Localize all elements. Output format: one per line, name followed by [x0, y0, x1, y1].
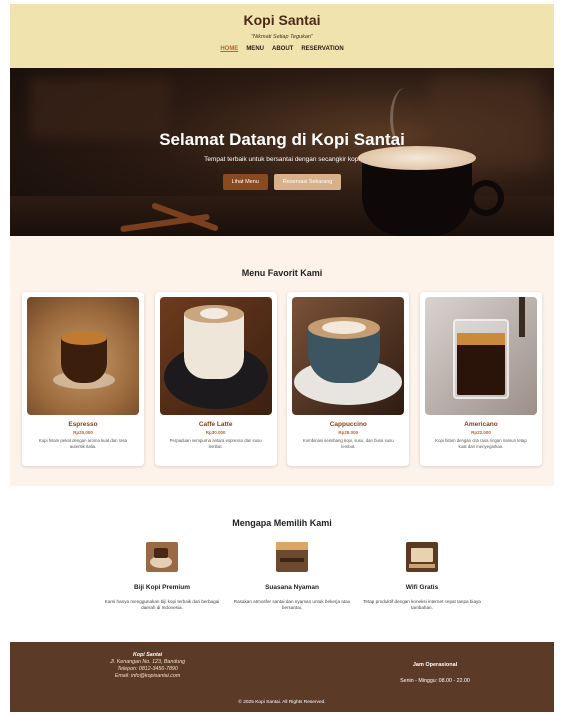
menu-item-description: Perpaduan sempurna antara espresso dan s…: [169, 438, 262, 449]
coffee-beans-icon: [146, 542, 178, 572]
feature-list: Biji Kopi Premium Kami hanya menggunakan…: [102, 542, 482, 611]
menu-item-name: Cappuccino: [329, 421, 367, 428]
cafe-interior-icon: [276, 542, 308, 572]
menu-section-title: Menu Favorit Kami: [241, 268, 323, 278]
hero-banner: Selamat Datang di Kopi Santai Tempat ter…: [10, 68, 554, 236]
menu-card-americano[interactable]: Americano Rp22.000 Kopi hitam dengan cit…: [419, 292, 542, 466]
espresso-photo: [27, 297, 139, 415]
menu-item-name: Espresso: [68, 421, 98, 428]
feature-title: Suasana Nyaman: [265, 584, 319, 591]
nav-home[interactable]: HOME: [220, 46, 238, 52]
hours-title: Jam Operasional: [412, 662, 458, 668]
site-header: Kopi Santai "Nikmati Setiap Tegukan" HOM…: [10, 4, 554, 68]
menu-item-description: Kopi hitam dengan cita rasa ringan namun…: [435, 438, 527, 449]
menu-item-description: Kopi hitam pekat dengan aroma kuat dan r…: [38, 438, 128, 449]
feature-premium-beans: Biji Kopi Premium Kami hanya menggunakan…: [102, 542, 222, 611]
feature-title: Biji Kopi Premium: [134, 584, 190, 591]
feature-description: Kami hanya menggunakan biji kopi terbaik…: [104, 599, 220, 611]
menu-cards: Espresso Rp25.000 Kopi hitam pekat denga…: [22, 292, 542, 466]
footer-phone: Telepon: 0812-3456-7890: [117, 665, 178, 672]
hero-background-blur: [30, 78, 170, 138]
menu-item-price: Rp30.000: [205, 430, 226, 435]
feature-title: Wifi Gratis: [405, 584, 439, 591]
page-frame: Kopi Santai "Nikmati Setiap Tegukan" HOM…: [10, 4, 554, 712]
menu-card-cappuccino[interactable]: Cappuccino Rp28.000 Kombinasi seimbang k…: [287, 292, 410, 466]
footer-brand: Kopi Santai: [132, 652, 163, 658]
footer-email[interactable]: Email: info@kopisantai.com: [110, 673, 185, 680]
feature-description: Tetap produktif dengan koneksi internet …: [363, 599, 481, 611]
feature-description: Rasakan atmosfer santai dan nyaman untuk…: [233, 599, 351, 611]
menu-item-name: Americano: [464, 421, 498, 428]
copyright-text: © 2025 Kopi Santai. All Rights Reserved.: [238, 700, 326, 705]
hero-buttons: Lihat Menu Reservasi Sekarang: [10, 174, 554, 190]
brand-title: Kopi Santai: [243, 12, 321, 28]
menu-item-price: Rp28.000: [338, 430, 359, 435]
menu-card-espresso[interactable]: Espresso Rp25.000 Kopi hitam pekat denga…: [22, 292, 144, 466]
footer-hours: Jam Operasional Senin - Minggu: 08.00 - …: [390, 662, 480, 684]
main-nav: HOME MENU ABOUT RESERVATION: [10, 46, 554, 52]
americano-photo: [424, 297, 537, 415]
cappuccino-photo: [292, 297, 405, 415]
nav-about[interactable]: ABOUT: [272, 46, 293, 52]
menu-item-price: Rp25.000: [73, 430, 93, 435]
hours-value: Senin - Minggu: 08.00 - 22.00: [400, 678, 470, 684]
menu-section: Menu Favorit Kami Espresso Rp25.000 Kopi…: [10, 236, 554, 486]
footer-contact: Kopi Santai Jl. Kenangan No. 123, Bandun…: [110, 652, 185, 680]
laptop-coffee-icon: [406, 542, 438, 572]
latte-photo: [159, 297, 272, 415]
hero-subtitle: Tempat terbaik untuk bersantai dengan se…: [204, 156, 360, 163]
brand-tagline: "Nikmati Setiap Tegukan": [251, 34, 313, 40]
why-section: Mengapa Memilih Kami Biji Kopi Premium K…: [10, 486, 554, 642]
nav-menu[interactable]: MENU: [246, 46, 264, 52]
feature-cozy-atmosphere: Suasana Nyaman Rasakan atmosfer santai d…: [232, 542, 352, 611]
why-section-title: Mengapa Memilih Kami: [232, 518, 332, 528]
menu-item-price: Rp22.000: [471, 430, 491, 435]
nav-reservation[interactable]: RESERVATION: [301, 46, 343, 52]
view-menu-button[interactable]: Lihat Menu: [222, 174, 268, 190]
feature-free-wifi: Wifi Gratis Tetap produktif dengan konek…: [362, 542, 482, 611]
site-footer: Kopi Santai Jl. Kenangan No. 123, Bandun…: [10, 642, 554, 712]
menu-item-description: Kombinasi seimbang kopi, susu, dan busa …: [302, 438, 394, 449]
menu-item-name: Caffe Latte: [198, 421, 233, 428]
hero-title: Selamat Datang di Kopi Santai: [159, 130, 405, 149]
footer-address: Jl. Kenangan No. 123, Bandung: [110, 658, 186, 665]
reserve-now-button[interactable]: Reservasi Sekarang: [273, 174, 342, 190]
menu-card-caffe-latte[interactable]: Caffe Latte Rp30.000 Perpaduan sempurna …: [154, 292, 277, 466]
